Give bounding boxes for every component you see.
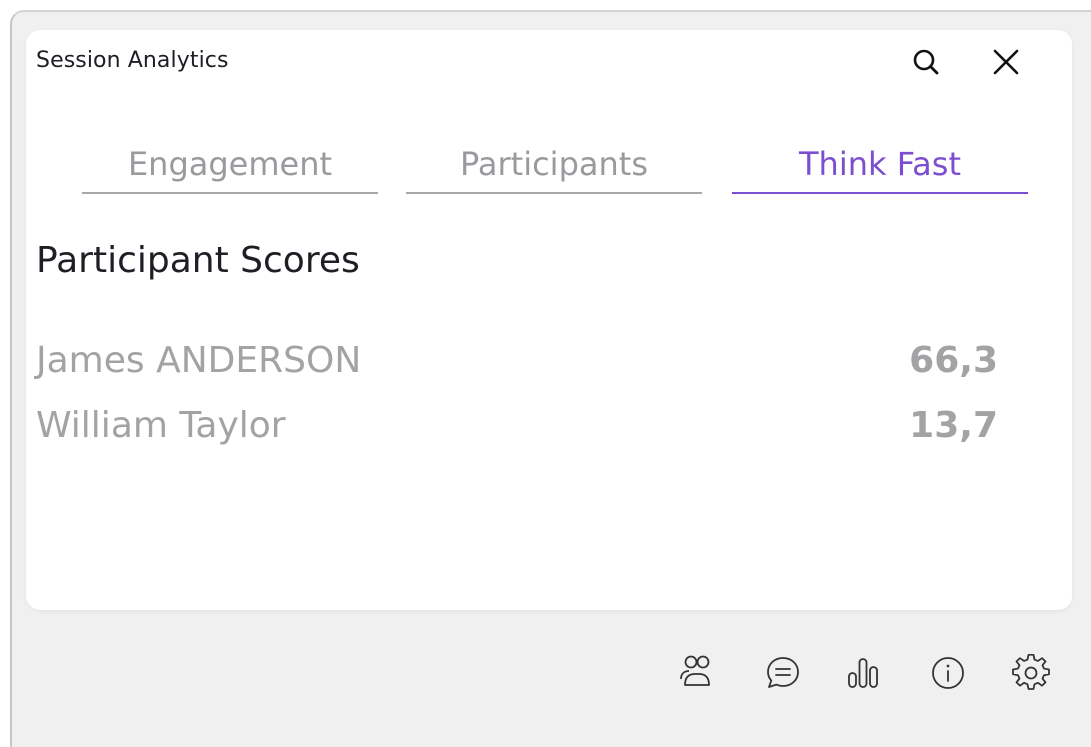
search-icon[interactable] [906, 42, 946, 82]
score-row: William Taylor 13,7 [36, 405, 998, 455]
chat-icon[interactable] [760, 650, 806, 696]
tab-engagement[interactable]: Engagement [82, 142, 378, 194]
participant-name: James ANDERSON [36, 340, 362, 381]
tab-participants[interactable]: Participants [406, 142, 702, 194]
section-title: Participant Scores [36, 240, 360, 281]
analytics-card [26, 30, 1072, 610]
score-row: James ANDERSON 66,3 [36, 340, 998, 390]
info-icon[interactable] [925, 650, 971, 696]
tab-think-fast[interactable]: Think Fast [732, 142, 1028, 194]
analytics-tabs: Engagement Participants Think Fast [46, 142, 1028, 194]
analytics-icon[interactable] [840, 650, 886, 696]
participant-score: 13,7 [909, 405, 998, 446]
settings-icon[interactable] [1008, 650, 1054, 696]
panel-title: Session Analytics [36, 48, 229, 73]
close-icon[interactable] [986, 42, 1026, 82]
participant-name: William Taylor [36, 405, 286, 446]
participants-icon[interactable] [674, 650, 720, 696]
participant-score: 66,3 [909, 340, 998, 381]
